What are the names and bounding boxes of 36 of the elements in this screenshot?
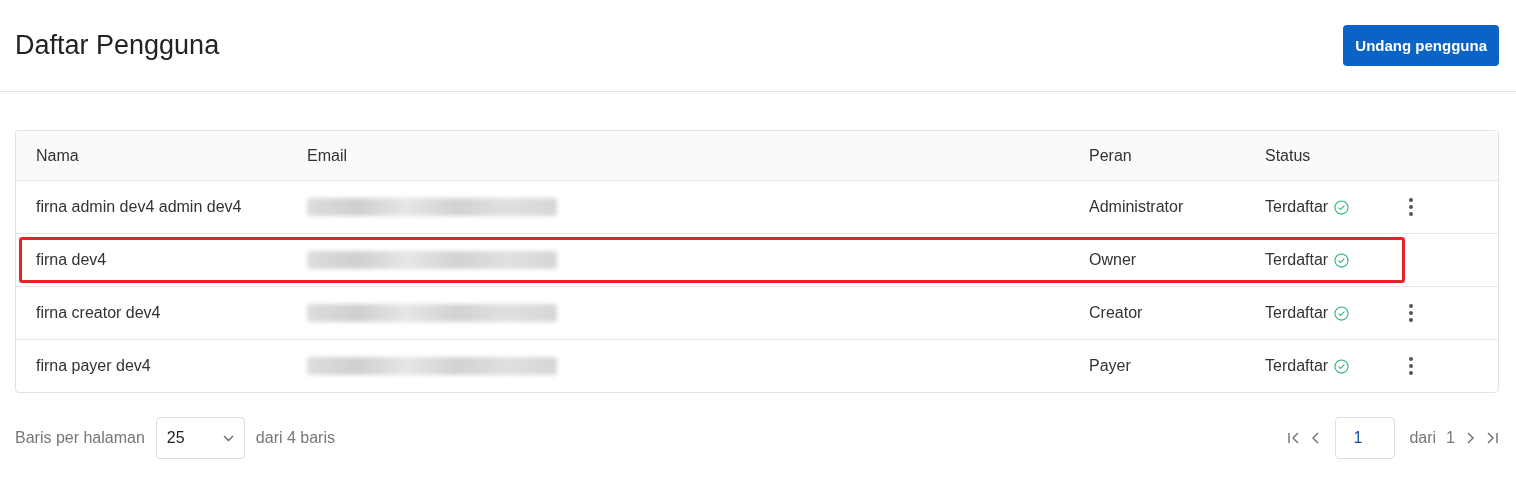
invite-user-button[interactable]: Undang pengguna — [1343, 25, 1499, 66]
table-cell-text: Payer — [1089, 357, 1132, 375]
check-circle-icon — [1334, 253, 1350, 268]
table-cell-text: Owner — [1089, 251, 1138, 269]
check-circle-icon — [1334, 200, 1350, 215]
table-cell-text: firna admin dev4 admin dev4 — [36, 198, 243, 216]
check-circle-icon — [1334, 306, 1350, 321]
previous-page-icon[interactable] — [1311, 431, 1322, 445]
first-page-icon[interactable] — [1287, 431, 1302, 445]
rows-per-page-label: Baris per halaman — [15, 429, 145, 447]
last-page-icon[interactable] — [1485, 431, 1499, 445]
status-text: Terdaftar — [1265, 251, 1329, 269]
chevron-down-icon — [222, 434, 234, 442]
page-number-field[interactable]: 1 — [1335, 417, 1396, 459]
status-text: Terdaftar — [1265, 198, 1329, 216]
rows-per-page-select[interactable]: 25 — [155, 417, 245, 459]
table-cell-text: Administrator — [1089, 198, 1185, 216]
more-options-icon[interactable] — [1409, 198, 1413, 216]
next-page-icon[interactable] — [1465, 431, 1475, 445]
page-title: Daftar Pengguna — [15, 30, 220, 61]
column-header: Status — [1265, 146, 1312, 165]
table-cell-text: firna dev4 — [36, 251, 108, 269]
column-header: Peran — [1089, 146, 1133, 165]
table-cell-text: Creator — [1089, 304, 1144, 322]
status-text: Terdaftar — [1265, 357, 1329, 375]
page-count: 1 — [1446, 429, 1455, 447]
total-rows-label: dari 4 baris — [255, 429, 335, 447]
status-text: Terdaftar — [1265, 304, 1329, 322]
table-cell-text: firna payer dev4 — [36, 357, 152, 375]
column-header: Email — [307, 146, 348, 165]
more-options-icon[interactable] — [1409, 304, 1413, 322]
table-cell-text: firna creator dev4 — [36, 304, 162, 322]
more-options-icon[interactable] — [1409, 357, 1413, 375]
page-of-label: dari — [1409, 429, 1437, 447]
check-circle-icon — [1334, 359, 1350, 374]
column-header: Nama — [36, 146, 80, 165]
